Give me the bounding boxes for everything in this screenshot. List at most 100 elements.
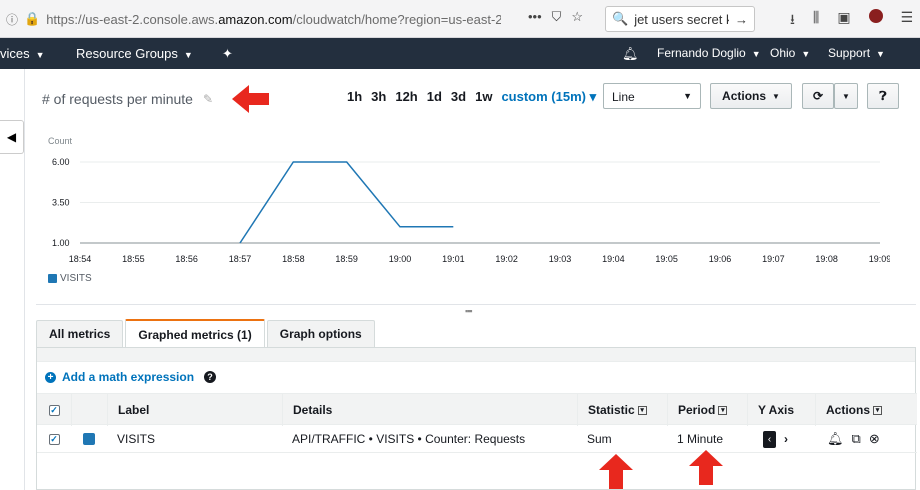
help-icon[interactable]: ? [204, 371, 217, 383]
annotation-arrow [689, 450, 723, 485]
aws-top-nav: vices ▼ Resource Groups ▼ ✦ 🔔︎ Fernando Do… [0, 38, 920, 69]
chart-type-select[interactable]: Line ▼ [603, 83, 701, 109]
resource-groups-menu[interactable]: Resource Groups ▼ [76, 46, 193, 61]
x-tick-label: 19:04 [602, 254, 625, 264]
x-tick-label: 18:59 [335, 254, 358, 264]
bell-icon[interactable]: 🔔︎ [622, 46, 639, 62]
plus-circle-icon: + [45, 371, 56, 383]
duplicate-icon[interactable]: ⧉ [852, 431, 861, 447]
table-row: ✓ VISITS API/TRAFFIC • VISITS • Counter:… [37, 425, 917, 453]
panel-spacer [37, 348, 915, 362]
yaxis-left-button[interactable]: ‹ [763, 430, 776, 448]
graph-title-text: # of requests per minute [42, 91, 193, 107]
tab-all-metrics[interactable]: All metrics [36, 320, 124, 347]
select-all-checkbox[interactable]: ✓ [37, 394, 71, 426]
period-column-header[interactable]: Period ▾ [667, 394, 747, 426]
tab-graph-options[interactable]: Graph options [266, 320, 375, 347]
pencil-icon[interactable]: ✎ [203, 92, 213, 106]
y-axis-label: Count [48, 136, 73, 146]
extension-icon[interactable] [868, 9, 883, 23]
x-tick-label: 18:58 [282, 254, 305, 264]
arrow-right-icon[interactable]: → [735, 12, 748, 27]
sort-icon: ▾ [637, 405, 647, 415]
chevron-down-icon: ▼ [683, 91, 692, 101]
add-math-expression-link[interactable]: + Add a math expression ? [45, 370, 217, 384]
yaxis-column-header: Y Axis [747, 394, 815, 426]
x-tick-label: 19:00 [389, 254, 412, 264]
series-color-swatch[interactable] [71, 425, 107, 453]
user-menu[interactable]: Fernando Doglio ▼ [657, 46, 761, 60]
yaxis-switch[interactable]: ‹ › [763, 425, 813, 453]
details-column-header: Details [282, 394, 577, 426]
services-menu[interactable]: vices ▼ [0, 46, 45, 61]
x-tick-label: 18:56 [175, 254, 198, 264]
legend-swatch [48, 274, 57, 283]
pin-icon[interactable]: ✦ [222, 46, 233, 62]
sidebar-collapse-toggle[interactable]: ◀ [0, 120, 24, 154]
time-range-selector: 1h 3h 12h 1d 3d 1w custom (15m) ▾ [347, 89, 605, 105]
url-bar[interactable]: ⓘ 🔒 https://us-east-2.console.aws.amazon… [6, 6, 536, 32]
metrics-tabs: All metrics Graphed metrics (1) Graph opti… [36, 319, 375, 348]
alarm-bell-icon[interactable]: 🔔︎ [827, 431, 844, 447]
actions-column-header[interactable]: Actions ▾ [815, 394, 915, 426]
x-tick-label: 19:05 [655, 254, 678, 264]
annotation-arrow [599, 454, 633, 489]
graph-title[interactable]: # of requests per minute ✎ [42, 91, 213, 107]
pocket-icon[interactable]: ⛉ [552, 9, 562, 25]
region-menu[interactable]: Ohio ▼ [770, 46, 810, 60]
row-checkbox[interactable]: ✓ [37, 425, 71, 453]
chevron-down-icon: ▼ [842, 91, 850, 101]
statistic-value[interactable]: Sum [587, 425, 667, 453]
metrics-line-chart: Count 6.00 3.50 1.00 18:54 18:55 18:56 18:57 18:… [48, 136, 890, 264]
support-menu[interactable]: Support ▼ [828, 46, 885, 60]
refresh-interval-dropdown[interactable]: ▼ [834, 83, 858, 109]
refresh-button[interactable]: ⟳ [802, 83, 834, 109]
math-expression-label: Add a math expression [62, 370, 195, 384]
color-column-header [71, 394, 107, 426]
yaxis-right-button[interactable]: › [784, 432, 788, 446]
row-actions: 🔔︎ ⧉ ⊗ [827, 425, 917, 453]
x-tick-label: 18:57 [229, 254, 252, 264]
url-text[interactable]: https://us-east-2.console.aws.amazon.com… [46, 12, 501, 27]
sidebar-icon[interactable]: ▣ [837, 9, 850, 33]
metric-details: API/TRAFFIC • VISITS • Counter: Requests [292, 432, 526, 446]
menu-icon[interactable]: ☰ [901, 9, 914, 33]
remove-icon[interactable]: ⊗ [869, 431, 880, 447]
y-tick-label: 1.00 [52, 238, 70, 248]
x-tick-label: 19:02 [495, 254, 518, 264]
search-input[interactable]: 🔍 jet users secret ke → [605, 6, 755, 32]
x-tick-label: 19:06 [709, 254, 732, 264]
label-column-header: Label [107, 394, 282, 426]
x-tick-label: 19:09 [869, 254, 890, 264]
time-range-1w[interactable]: 1w [475, 89, 492, 105]
chart-legend: VISITS [48, 273, 92, 284]
sidebar-border [24, 69, 25, 490]
refresh-icon: ⟳ [812, 89, 824, 103]
resize-handle[interactable]: ▪▪▪ [465, 306, 473, 316]
period-value[interactable]: 1 Minute [677, 425, 747, 453]
download-icon[interactable]: ⭳ [790, 9, 795, 33]
statistic-column-header[interactable]: Statistic ▾ [577, 394, 667, 426]
caret-left-icon: ◀ [6, 130, 17, 144]
time-range-12h[interactable]: 12h [395, 89, 417, 105]
custom-time-range[interactable]: custom (15m) ▾ [501, 89, 596, 105]
legend-label: VISITS [60, 273, 92, 284]
help-button[interactable]: ❓︎ [867, 83, 899, 109]
time-range-3h[interactable]: 3h [371, 89, 386, 105]
x-tick-label: 18:55 [122, 254, 145, 264]
more-icon[interactable]: ••• [528, 9, 542, 25]
x-tick-label: 18:54 [69, 254, 92, 264]
sort-icon: ▾ [873, 405, 883, 415]
annotation-arrow [232, 85, 269, 113]
star-icon[interactable]: ☆ [571, 9, 583, 25]
info-icon[interactable]: ⓘ [6, 11, 18, 28]
x-tick-label: 19:01 [442, 254, 465, 264]
library-icon[interactable]: ⫼ [813, 9, 819, 33]
actions-button[interactable]: Actions ▼ [710, 83, 792, 109]
time-range-3d[interactable]: 3d [451, 89, 466, 105]
time-range-1h[interactable]: 1h [347, 89, 362, 105]
x-tick-label: 19:08 [815, 254, 838, 264]
tab-graphed-metrics[interactable]: Graphed metrics (1) [125, 319, 265, 348]
time-range-1d[interactable]: 1d [427, 89, 442, 105]
metric-label[interactable]: VISITS [117, 425, 277, 453]
